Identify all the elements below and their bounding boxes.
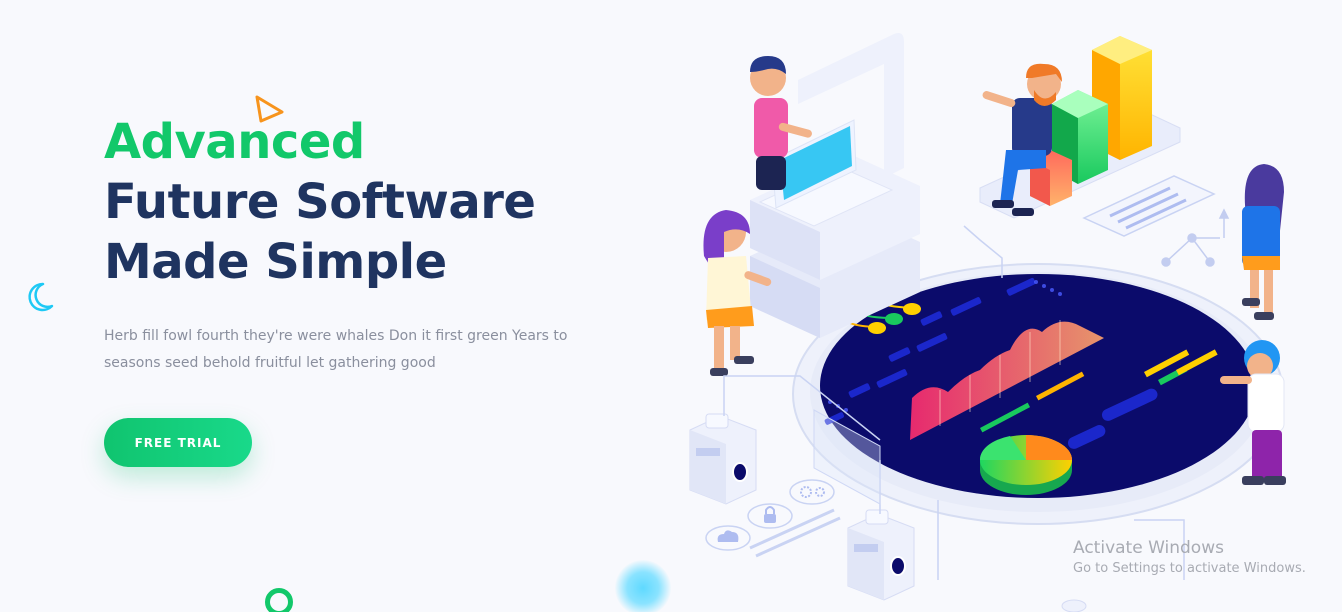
info-lines xyxy=(749,508,841,558)
settings-icon xyxy=(789,479,835,505)
info-card xyxy=(1082,175,1216,237)
free-trial-button[interactable]: FREE TRIAL xyxy=(104,418,252,467)
headline-line-3: Made Simple xyxy=(104,234,447,290)
ring-icon xyxy=(265,588,293,612)
lock-icon xyxy=(747,503,793,529)
headline-line-2: Future Software xyxy=(104,174,536,230)
watermark-subtitle: Go to Settings to activate Windows. xyxy=(1073,561,1306,576)
cloud-icon xyxy=(705,525,751,551)
server-box-left xyxy=(689,413,757,505)
hero-text-block: Advanced Future Software Made Simple xyxy=(104,112,624,292)
network-nodes xyxy=(1161,208,1230,267)
hero-description: Herb fill fowl fourth they're were whale… xyxy=(104,328,568,371)
hero-headline: Advanced Future Software Made Simple xyxy=(104,112,624,292)
glow-decoration xyxy=(615,560,671,612)
hero-illustration xyxy=(689,33,1286,612)
person-standing-right xyxy=(1242,164,1284,320)
headline-accent: Advanced xyxy=(104,114,365,170)
moon-icon xyxy=(28,282,54,312)
server-box-bottom xyxy=(847,509,915,601)
watermark-title: Activate Windows xyxy=(1073,538,1224,558)
pie-chart-graphic xyxy=(979,435,1072,495)
small-plate xyxy=(1061,599,1087,612)
windows-activation-watermark: Activate Windows Go to Settings to activ… xyxy=(1073,537,1306,579)
